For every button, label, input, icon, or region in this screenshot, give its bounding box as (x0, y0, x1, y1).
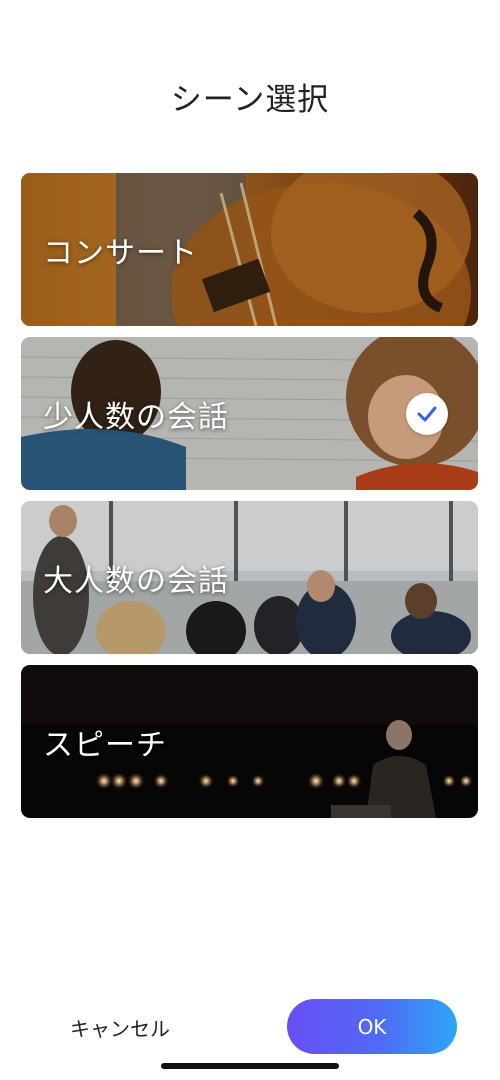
scene-select-screen: シーン選択 コンサート 少人数の会話 大人数の会話 スピーチ キャンセル OK (0, 0, 500, 1080)
selected-check-badge (406, 392, 448, 435)
scene-label-large-conversation: 大人数の会話 (43, 563, 229, 599)
scene-label-concert: コンサート (43, 235, 198, 271)
scene-card-small-conversation[interactable]: 少人数の会話 (21, 337, 478, 490)
scene-label-small-conversation: 少人数の会話 (43, 399, 229, 435)
ok-button[interactable]: OK (287, 999, 457, 1054)
cancel-button[interactable]: キャンセル (70, 1011, 180, 1043)
scene-card-concert[interactable]: コンサート (21, 173, 478, 326)
checkmark-icon (417, 406, 437, 421)
scene-list: コンサート 少人数の会話 大人数の会話 スピーチ (21, 173, 478, 829)
home-indicator[interactable] (161, 1063, 339, 1069)
scene-card-speech[interactable]: スピーチ (21, 665, 478, 818)
page-title: シーン選択 (170, 82, 330, 118)
scene-label-speech: スピーチ (43, 727, 167, 763)
scene-card-large-conversation[interactable]: 大人数の会話 (21, 501, 478, 654)
